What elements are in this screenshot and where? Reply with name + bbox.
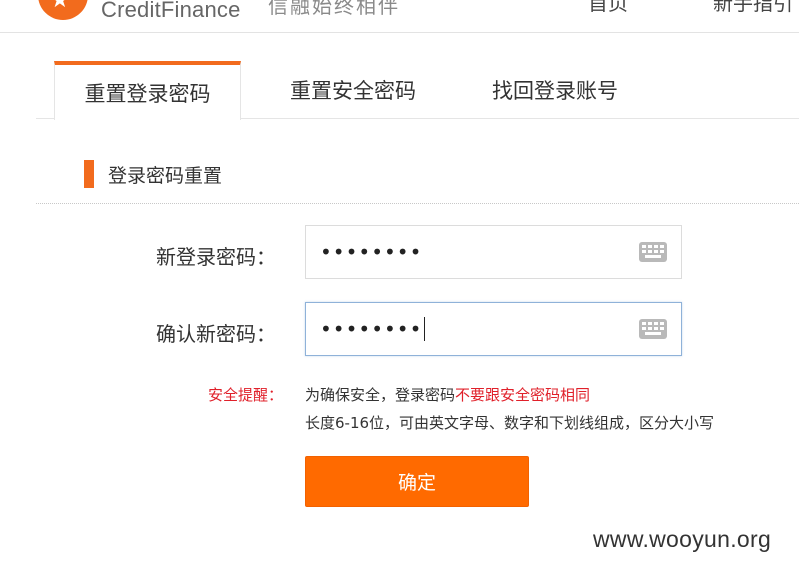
confirm-password-value: •••••••• <box>320 317 423 341</box>
site-header: ★ CreditFinance 信融始终相伴 首页 新手指引 <box>0 0 799 33</box>
tab-reset-login-password[interactable]: 重置登录密码 <box>54 61 241 120</box>
section-title: 登录密码重置 <box>108 164 223 187</box>
security-tip-line-2: 长度6-16位，可由英文字母、数字和下划线组成，区分大小写 <box>305 414 715 432</box>
confirm-password-value-wrap: •••••••• <box>320 317 426 341</box>
security-tip-line-1: 为确保安全，登录密码不要跟安全密码相同 <box>305 384 590 405</box>
tab-recover-login-account[interactable]: 找回登录账号 <box>460 61 650 119</box>
tab-reset-security-password[interactable]: 重置安全密码 <box>258 61 448 119</box>
text-caret <box>424 317 426 341</box>
security-tip-label: 安全提醒： <box>208 386 284 404</box>
nav-home-link[interactable]: 首页 <box>588 0 628 16</box>
confirm-password-field[interactable]: •••••••• <box>305 302 682 356</box>
tip-text: 为确保安全，登录密码 <box>305 386 456 404</box>
new-password-field[interactable]: •••••••• <box>305 225 682 279</box>
keyboard-icon[interactable] <box>639 242 667 262</box>
new-password-value: •••••••• <box>320 240 423 264</box>
tip-warning-text: 不要跟安全密码相同 <box>455 386 591 404</box>
confirm-button[interactable]: 确定 <box>305 456 529 507</box>
watermark: www.wooyun.org <box>593 526 772 552</box>
nav-guide-link[interactable]: 新手指引 <box>713 0 793 16</box>
star-icon: ★ <box>50 0 70 13</box>
section-heading: 登录密码重置 <box>84 160 222 188</box>
section-divider <box>36 203 799 204</box>
logo-mark[interactable]: ★ <box>38 0 88 20</box>
tab-bar: 重置登录密码 重置安全密码 找回登录账号 <box>36 61 799 120</box>
logo-text[interactable]: CreditFinance <box>101 0 241 23</box>
logo-slogan: 信融始终相伴 <box>268 0 400 18</box>
confirm-password-label: 确认新密码： <box>156 322 276 346</box>
section-accent-bar <box>84 160 94 188</box>
new-password-label: 新登录密码： <box>156 245 276 269</box>
keyboard-icon[interactable] <box>639 319 667 339</box>
